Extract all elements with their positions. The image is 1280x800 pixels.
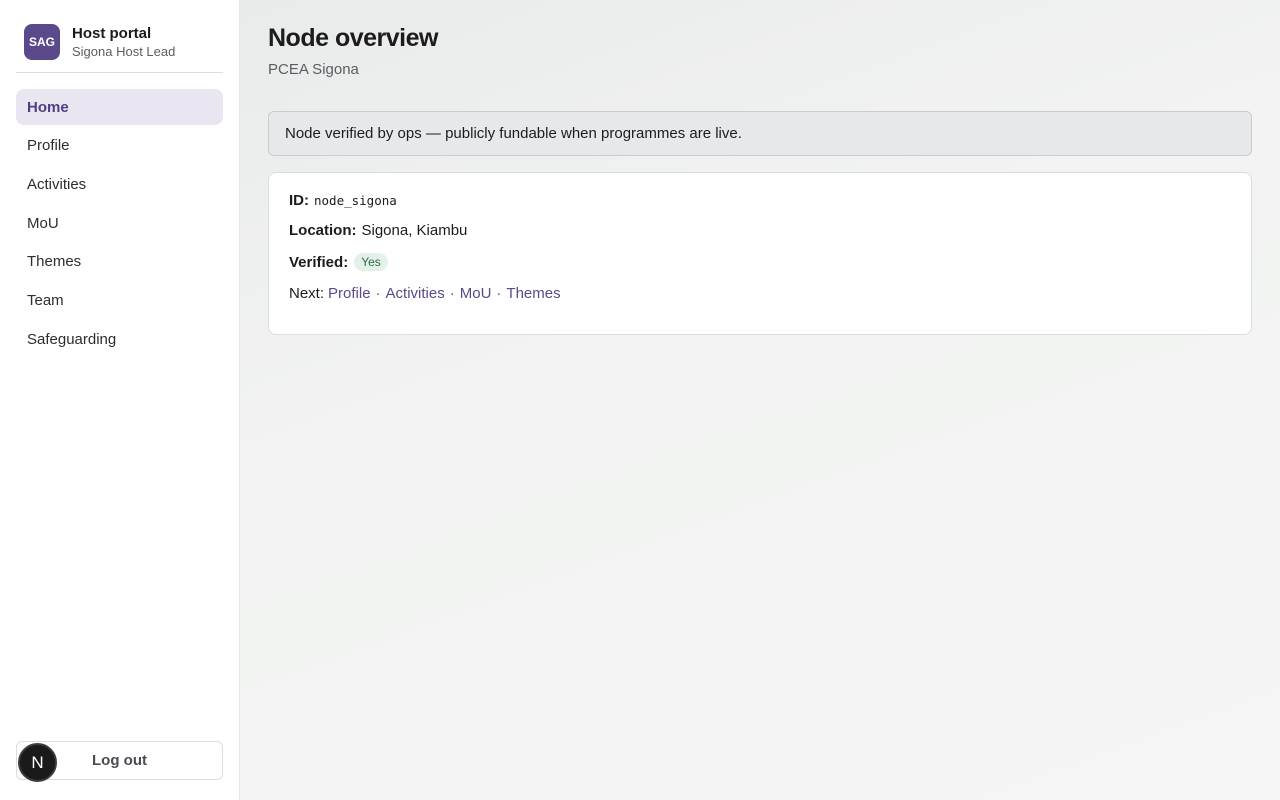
next-link-activities[interactable]: Activities — [386, 285, 445, 302]
sidebar-item-mou[interactable]: MoU — [16, 205, 223, 241]
separator: · — [496, 285, 502, 302]
sidebar-item-team[interactable]: Team — [16, 282, 223, 318]
next-link-mou[interactable]: MoU — [460, 285, 492, 302]
sidebar-nav: Home Profile Activities MoU Themes Team … — [16, 89, 223, 360]
separator: · — [375, 285, 381, 302]
page-title: Node overview — [268, 24, 438, 52]
brand: SAG Host portal Sigona Host Lead — [24, 24, 175, 60]
sidebar-item-home[interactable]: Home — [16, 89, 223, 125]
id-row: ID: node_sigona — [289, 192, 397, 209]
sidebar-item-activities[interactable]: Activities — [16, 166, 223, 202]
id-value: node_sigona — [314, 193, 397, 208]
next-link-themes[interactable]: Themes — [506, 285, 560, 302]
app-logo: SAG — [24, 24, 60, 60]
portal-title: Host portal — [72, 24, 152, 42]
location-value: Sigona, Kiambu — [361, 222, 468, 239]
next-link-profile[interactable]: Profile — [328, 285, 371, 302]
node-details-card: ID: node_sigona Location: Sigona, Kiambu… — [268, 172, 1252, 335]
status-badge: Yes — [354, 253, 388, 271]
next-label: Next: — [289, 285, 325, 302]
verified-label: Verified: — [289, 253, 349, 271]
sidebar-item-themes[interactable]: Themes — [16, 244, 223, 280]
divider — [16, 72, 223, 73]
next-row: Next: Profile · Activities · MoU · Theme… — [289, 285, 561, 302]
status-banner: Node verified by ops — publicly fundable… — [268, 111, 1252, 156]
id-label: ID: — [289, 192, 309, 209]
verified-row: Verified: Yes — [289, 253, 388, 271]
user-role: Sigona Host Lead — [72, 43, 176, 59]
avatar[interactable]: N — [18, 743, 57, 782]
location-label: Location: — [289, 222, 357, 239]
page-subtitle: PCEA Sigona — [268, 61, 359, 78]
sidebar: SAG Host portal Sigona Host Lead Home Pr… — [0, 0, 240, 800]
separator: · — [449, 285, 455, 302]
main-content: Node overview PCEA Sigona Node verified … — [240, 0, 1280, 800]
sidebar-item-safeguarding[interactable]: Safeguarding — [16, 321, 223, 357]
location-row: Location: Sigona, Kiambu — [289, 222, 467, 239]
sidebar-item-profile[interactable]: Profile — [16, 128, 223, 164]
brand-text: Host portal Sigona Host Lead — [72, 25, 175, 60]
